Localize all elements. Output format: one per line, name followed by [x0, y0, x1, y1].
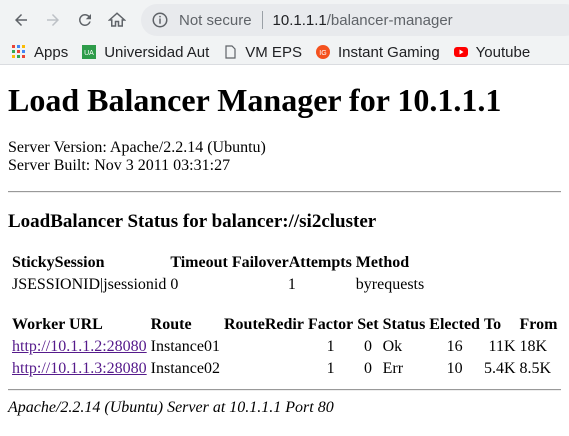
server-version: Server Version: Apache/2.2.14 (Ubuntu) — [8, 139, 266, 156]
elected-cell: 16 — [446, 338, 463, 355]
svg-text:UA: UA — [84, 50, 94, 57]
column-header: To — [483, 316, 502, 333]
arrow-left-icon — [15, 14, 27, 26]
home-icon — [108, 12, 126, 27]
arrow-right-icon — [47, 14, 59, 26]
back-button[interactable] — [8, 7, 34, 33]
status-cell: Ok — [382, 338, 403, 355]
worker-url-cell: http://10.1.1.2:28080 — [11, 337, 148, 357]
column-header: Elected — [429, 316, 480, 333]
set-cell: 0 — [363, 338, 372, 355]
column-header: FailoverAttempts — [231, 254, 352, 271]
info-icon[interactable] — [151, 11, 169, 29]
server-info: Server Version: Apache/2.2.14 (Ubuntu) S… — [8, 139, 561, 175]
column-header: Factor — [307, 316, 354, 333]
column-header: Timeout — [170, 254, 228, 271]
table-header-row: StickySession Timeout FailoverAttempts M… — [11, 253, 425, 273]
factor-cell: 1 — [326, 360, 335, 377]
security-label[interactable]: Not secure — [179, 12, 252, 29]
bookmark-apps[interactable]: Apps — [12, 44, 68, 61]
column-header: Set — [357, 316, 379, 333]
reload-button[interactable] — [72, 7, 98, 33]
factor-cell: 1 — [326, 338, 335, 355]
bookmark-universidad[interactable]: UA Universidad Aut — [82, 44, 209, 61]
column-header: Route — [150, 316, 192, 333]
table-header-row: Worker URL Route RouteRedir Factor Set S… — [11, 315, 558, 335]
workers-table: Worker URL Route RouteRedir Factor Set S… — [9, 313, 560, 381]
route-redir-cell — [223, 359, 305, 379]
route-cell: Instance01 — [150, 338, 220, 355]
to-cell: 11K — [488, 338, 516, 355]
timeout-value: 0 — [170, 276, 179, 293]
column-header: From — [519, 316, 558, 333]
set-cell: 0 — [363, 360, 372, 377]
column-header: RouteRedir — [223, 316, 304, 333]
route-cell: Instance02 — [150, 360, 220, 377]
instant-gaming-icon: IG — [315, 45, 330, 59]
from-cell: 18K — [519, 338, 548, 355]
column-header: StickySession — [12, 254, 105, 271]
server-built: Server Built: Nov 3 2011 03:31:27 — [8, 157, 231, 174]
worker-url-cell: http://10.1.1.3:28080 — [11, 359, 148, 379]
table-row: JSESSIONID|jsessionid 0 1 byrequests — [11, 275, 425, 295]
bookmark-vm-eps[interactable]: VM EPS — [223, 44, 302, 61]
bookmarks-bar: Apps UA Universidad Aut VM EPS IG Instan… — [0, 40, 569, 65]
column-header: Worker URL — [12, 316, 103, 333]
address-bar[interactable]: Not secure 10.1.1.1/balancer-manager — [141, 4, 569, 36]
table-row: http://10.1.1.3:28080 Instance02 1 0 Err… — [11, 359, 558, 379]
separator — [261, 11, 263, 29]
svg-text:IG: IG — [319, 50, 326, 57]
bookmark-label: VM EPS — [245, 43, 302, 61]
browser-toolbar: Not secure 10.1.1.1/balancer-manager — [0, 0, 569, 40]
apps-grid-icon — [12, 45, 26, 59]
elected-cell: 10 — [446, 360, 463, 377]
table-row: http://10.1.1.2:28080 Instance01 1 0 Ok … — [11, 337, 558, 357]
reload-icon — [78, 13, 91, 26]
bookmark-youtube[interactable]: Youtube — [453, 43, 531, 61]
divider — [8, 191, 561, 193]
home-button[interactable] — [104, 7, 130, 33]
page-icon — [223, 45, 237, 59]
to-cell: 5.4K — [483, 360, 516, 377]
failover-attempts-value: 1 — [287, 276, 296, 293]
bookmark-label: Instant Gaming — [337, 43, 440, 61]
route-redir-cell — [223, 337, 305, 357]
from-cell: 8.5K — [519, 360, 552, 377]
balancer-status-table: StickySession Timeout FailoverAttempts M… — [9, 251, 427, 297]
url-path[interactable]: /balancer-manager — [327, 12, 453, 29]
column-header: Method — [355, 254, 410, 271]
page-title: Load Balancer Manager for 10.1.1.1 — [8, 82, 502, 118]
bookmark-instant-gaming[interactable]: IG Instant Gaming — [315, 43, 440, 61]
youtube-icon — [453, 45, 468, 59]
bookmark-label: Apps — [34, 43, 69, 61]
bookmark-label: Youtube — [475, 43, 531, 61]
worker-url-link[interactable]: http://10.1.1.2:28080 — [12, 338, 147, 355]
server-footer: Apache/2.2.14 (Ubuntu) Server at 10.1.1.… — [8, 399, 334, 416]
worker-url-link[interactable]: http://10.1.1.3:28080 — [12, 360, 147, 377]
balancer-status-heading: LoadBalancer Status for balancer://si2cl… — [8, 211, 377, 232]
sticky-session-value: JSESSIONID|jsessionid — [12, 276, 167, 293]
column-header: Status — [382, 316, 426, 333]
divider — [8, 389, 561, 391]
ua-favicon: UA — [82, 45, 97, 59]
url-host[interactable]: 10.1.1.1 — [273, 12, 327, 29]
bookmark-label: Universidad Aut — [104, 43, 210, 61]
method-value: byrequests — [355, 276, 425, 293]
status-cell: Err — [382, 360, 404, 377]
forward-button[interactable] — [40, 7, 66, 33]
page-content: Load Balancer Manager for 10.1.1.1 Serve… — [0, 81, 569, 417]
